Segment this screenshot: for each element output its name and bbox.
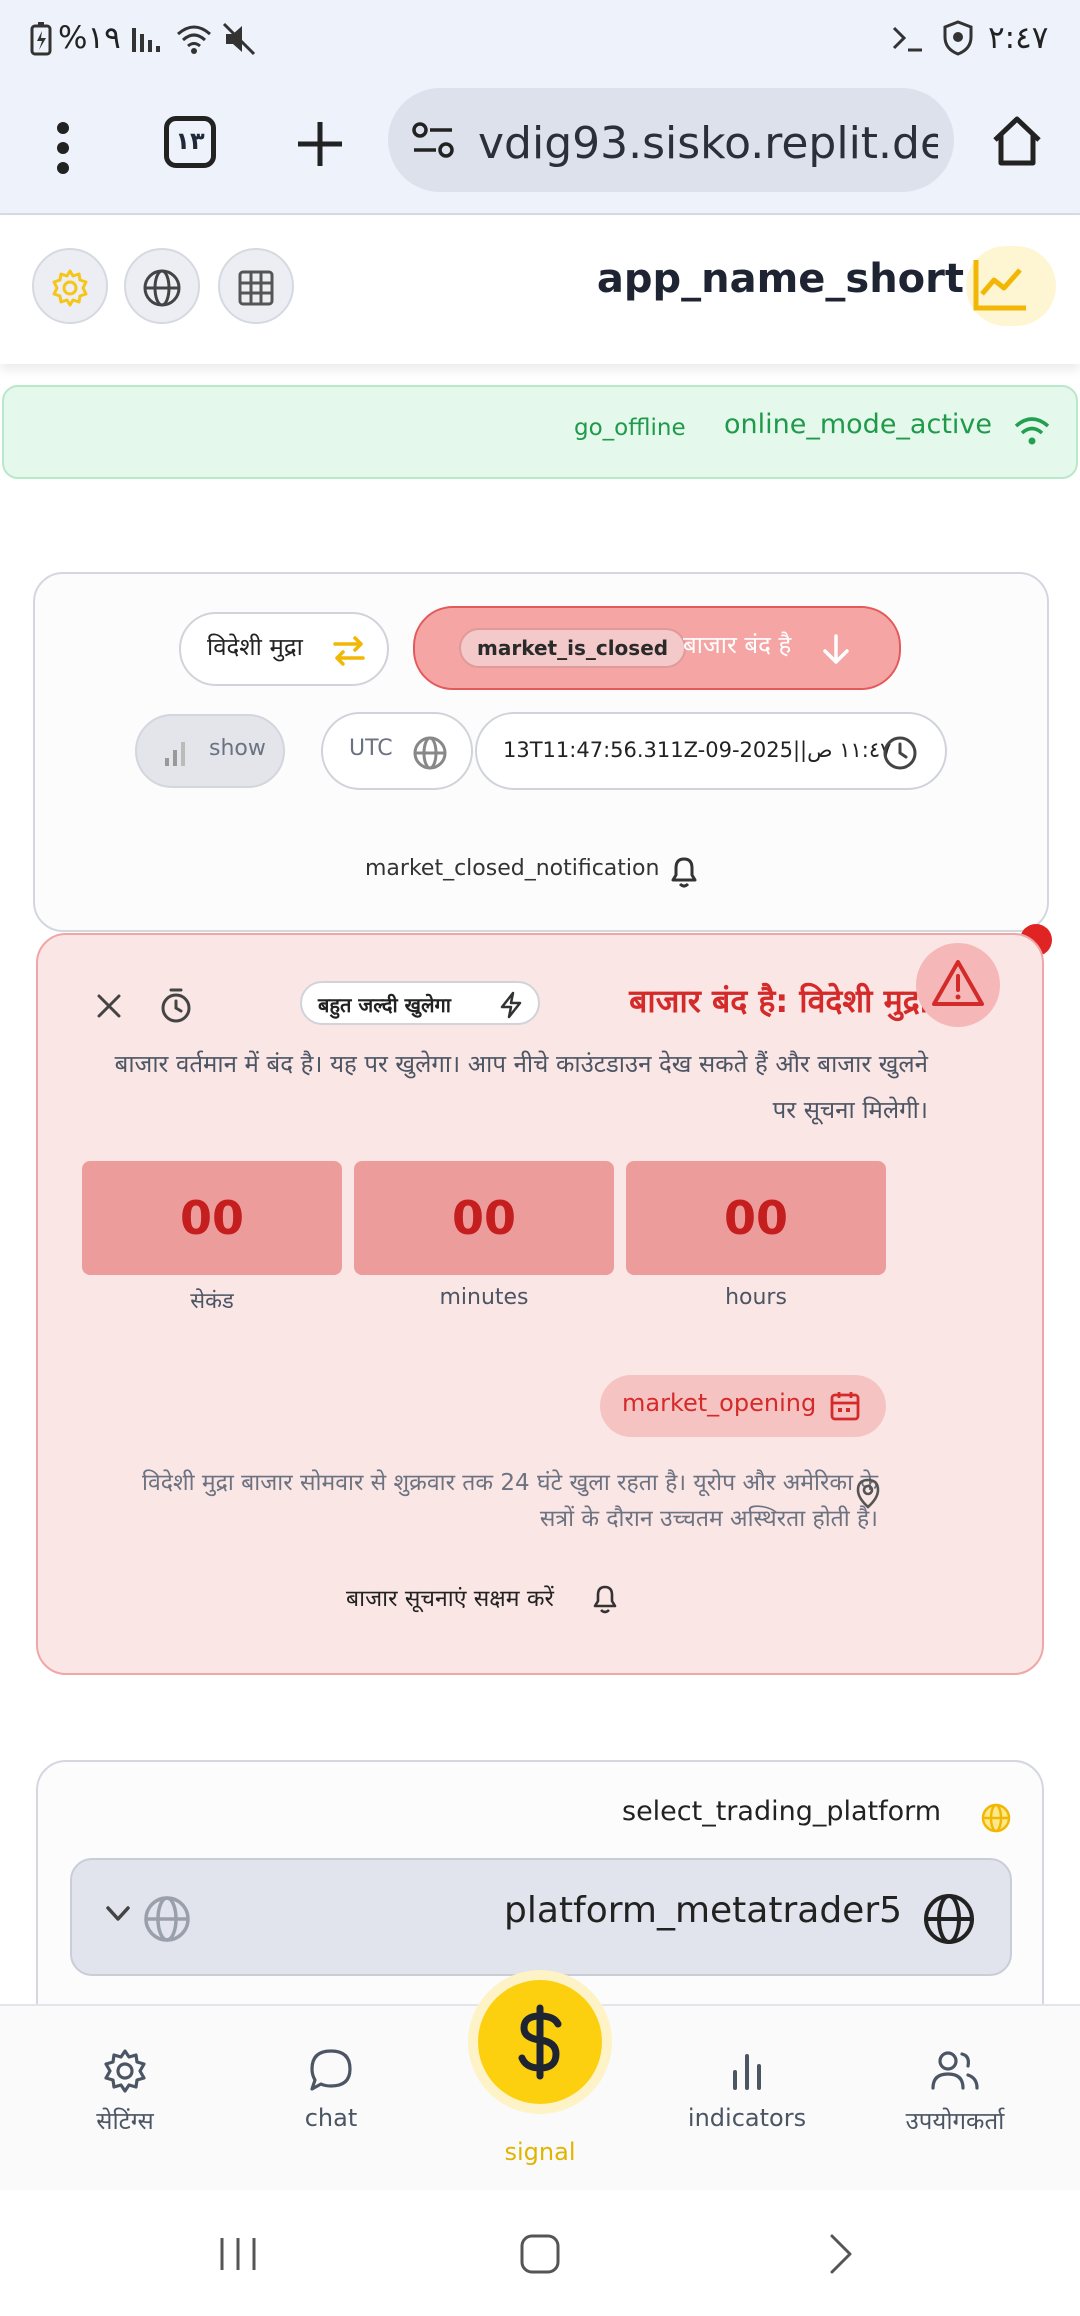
opening-soon-badge: बहुत जल्दी खुलेगा [300, 981, 540, 1025]
nav-users[interactable]: उपयोगकर्ता [870, 2046, 1040, 2137]
system-navigation-bar [0, 2190, 1080, 2316]
recent-apps-icon[interactable] [216, 2232, 260, 2276]
globe-icon [922, 1892, 976, 1946]
language-button[interactable] [124, 248, 200, 324]
settings-button[interactable] [32, 248, 108, 324]
clock-icon [881, 734, 919, 772]
site-settings-icon[interactable] [410, 120, 456, 160]
grid-button[interactable] [218, 248, 294, 324]
market-status-card: विदेशी मुद्रा market_is_closed बाजार बंद… [33, 572, 1049, 932]
home-button-icon[interactable] [518, 2232, 562, 2276]
countdown-minutes-value: 00 [354, 1161, 614, 1275]
chat-bubble-icon [310, 2049, 352, 2091]
bar-chart-icon [163, 740, 187, 768]
market-closed-text: बाजार बंद है [683, 631, 792, 659]
timer-icon[interactable] [158, 987, 194, 1025]
dollar-icon [518, 2004, 562, 2080]
location-pin-icon [854, 1477, 882, 1509]
go-offline-link[interactable]: go_offline [574, 415, 686, 441]
online-status-text: online_mode_active [724, 409, 992, 440]
logo-chart-icon [966, 246, 1056, 326]
market-opening-chip: market_opening [600, 1375, 886, 1437]
enable-alerts-text[interactable]: बाजार सूचनाएं सक्षम करें [346, 1581, 554, 1613]
tab-switcher-button[interactable]: ١٣ [164, 116, 216, 168]
countdown-seconds-label: सेकंड [190, 1289, 234, 1314]
nav-chat[interactable]: chat [246, 2046, 416, 2132]
battery-icon [30, 22, 52, 56]
closed-panel-title: बाजार बंद है: विदेशी मुद्रा [629, 982, 928, 1020]
countdown-hours-label: hours [725, 1285, 787, 1310]
arrow-down-icon [819, 632, 853, 666]
platform-selected-value: platform_metatrader5 [504, 1890, 903, 1931]
timezone-selector[interactable]: UTC [321, 712, 473, 790]
grid-icon [238, 270, 274, 306]
bell-icon[interactable] [667, 854, 701, 890]
lightning-icon [496, 990, 526, 1020]
countdown-hours-value: 00 [626, 1161, 886, 1275]
market-info-text: विदेशी मुद्रा बाजार सोमवार से शुक्रवार त… [142, 1470, 878, 1532]
market-closed-panel: बहुत जल्दी खुलेगा बाजार बंद है: विदेशी म… [36, 933, 1044, 1675]
globe-icon [143, 269, 181, 307]
market-closed-notification-text: market_closed_notification [365, 856, 660, 881]
signal-icon [130, 24, 164, 54]
new-tab-icon[interactable] [294, 118, 346, 170]
countdown-seconds-value: 00 [82, 1161, 342, 1275]
mute-icon [222, 22, 258, 56]
signal-fab-button[interactable] [478, 1980, 602, 2104]
gear-icon [104, 2049, 146, 2093]
market-type-selector[interactable]: विदेशी मुद्रा [179, 612, 389, 686]
terminal-icon [890, 24, 926, 54]
url-text: vdig93.sisko.replit.dev [478, 118, 938, 169]
app-header: app_name_short [0, 216, 1080, 364]
closed-panel-description: बाजार वर्तमान में बंद है। यह पर खुलेगा। … [114, 1050, 928, 1124]
bar-chart-icon [733, 2054, 761, 2090]
globe-icon [980, 1802, 1012, 1834]
clock-time: ٢:٤٧ [988, 20, 1049, 56]
globe-icon [411, 734, 449, 772]
platform-heading: select_trading_platform [622, 1796, 942, 1827]
nav-signal-label: signal [504, 2138, 576, 2166]
platform-select[interactable]: platform_metatrader5 [70, 1858, 1012, 1976]
home-icon[interactable] [990, 114, 1044, 168]
close-icon[interactable] [94, 991, 124, 1021]
swap-icon [331, 634, 367, 668]
show-toggle[interactable]: show [135, 714, 285, 788]
address-bar[interactable]: vdig93.sisko.replit.dev [388, 88, 954, 192]
status-bar: %١٩ ٢:٤٧ [0, 0, 1080, 80]
back-icon[interactable] [826, 2232, 856, 2276]
shield-icon [942, 20, 974, 56]
market-type-label: विदेशी मुद्रा [207, 633, 303, 661]
calendar-icon [828, 1389, 862, 1423]
market-closed-badge: market_is_closed [459, 628, 687, 668]
globe-icon [142, 1894, 192, 1944]
nav-signal-label-wrap[interactable]: signal [455, 2130, 625, 2166]
countdown-minutes-label: minutes [439, 1285, 529, 1310]
nav-users-label: उपयोगकर्ता [905, 2107, 1005, 2135]
show-label: show [209, 736, 266, 761]
nav-indicators[interactable]: indicators [662, 2046, 832, 2132]
warning-icon [916, 943, 1000, 1027]
more-menu-icon[interactable] [40, 116, 86, 180]
nav-settings[interactable]: सेटिंग्स [40, 2046, 210, 2137]
users-icon [931, 2051, 979, 2090]
app-title: app_name_short [596, 256, 964, 302]
nav-settings-label: सेटिंग्स [96, 2107, 154, 2135]
chevron-down-icon [104, 1904, 132, 1924]
market-closed-button[interactable]: market_is_closed बाजार बंद है [413, 606, 901, 690]
market-opening-label: market_opening [622, 1389, 817, 1417]
bell-icon[interactable] [590, 1583, 620, 1615]
gear-icon [52, 269, 88, 307]
battery-percent: %١٩ [58, 20, 121, 56]
nav-indicators-label: indicators [687, 2104, 807, 2132]
wifi-icon [174, 22, 214, 56]
wifi-icon [1012, 413, 1052, 447]
browser-toolbar: ١٣ vdig93.sisko.replit.dev [0, 80, 1080, 215]
timezone-label: UTC [349, 736, 393, 761]
timestamp-text: 13T11:47:56.311Z-09-2025||١١:٤٧ ص [503, 738, 892, 762]
opening-soon-text: बहुत जल्दी खुलेगा [318, 993, 451, 1017]
connection-banner: go_offline online_mode_active [2, 385, 1078, 479]
nav-chat-label: chat [304, 2104, 358, 2132]
timestamp-display: 13T11:47:56.311Z-09-2025||١١:٤٧ ص [475, 712, 947, 790]
